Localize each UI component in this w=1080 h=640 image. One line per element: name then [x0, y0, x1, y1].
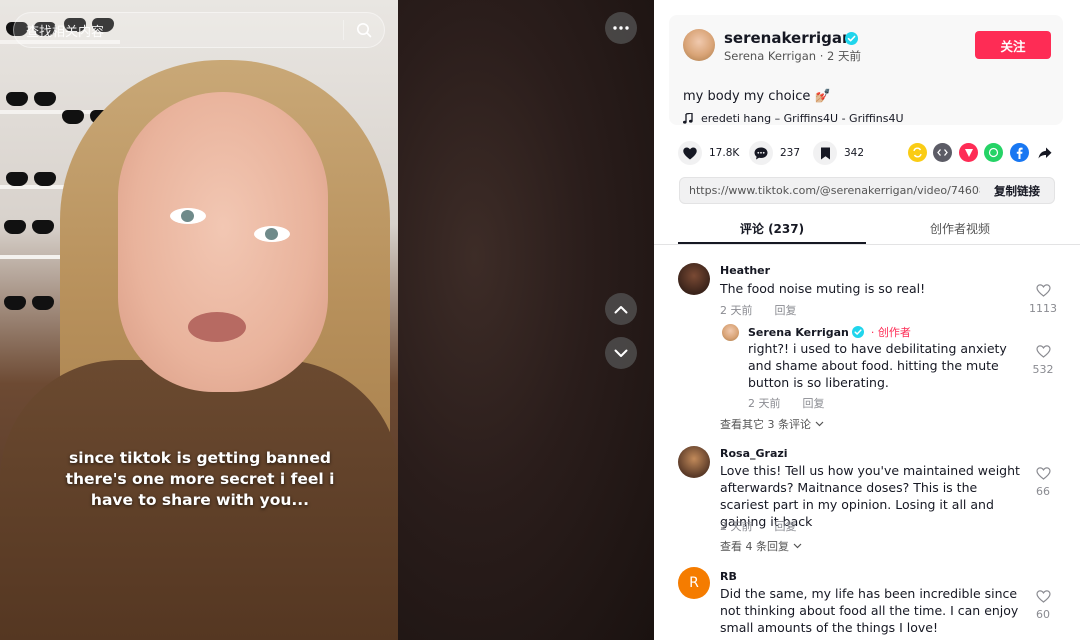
tab-creator-videos[interactable]: 创作者视频	[866, 211, 1054, 244]
creator-badge: · 创作者	[870, 326, 911, 339]
verified-badge-icon	[851, 326, 864, 338]
chevron-down-icon	[815, 421, 824, 427]
like-stat[interactable]: 17.8K	[678, 141, 739, 165]
comment-icon	[749, 141, 773, 165]
reply-time: 2 天前	[748, 397, 781, 410]
comment-time: 2 天前	[720, 520, 753, 533]
details-panel: serenakerrigan Serena Kerrigan · 2 天前 关注…	[654, 0, 1080, 640]
comment-avatar[interactable]: R	[678, 567, 710, 599]
like-count: 17.8K	[709, 147, 740, 159]
reply-avatar[interactable]	[722, 324, 739, 341]
view-more-label: 查看 4 条回复	[720, 540, 789, 553]
music-title: eredeti hang – Griffins4U - Griffins4U	[701, 112, 904, 125]
comment-time: 2 天前	[720, 304, 753, 317]
search-bar[interactable]: 查找相关内容	[13, 12, 385, 48]
favorite-stat[interactable]: 342	[813, 141, 864, 165]
reply-button[interactable]: 回复	[803, 395, 825, 411]
reply-button[interactable]: 回复	[775, 518, 797, 534]
verified-badge-icon	[845, 32, 858, 45]
previous-video-button[interactable]	[605, 293, 637, 325]
heart-outline-icon	[1035, 345, 1051, 358]
next-video-button[interactable]	[605, 337, 637, 369]
comment-like-button[interactable]: 1113	[1028, 282, 1058, 315]
comment-username[interactable]: Heather	[720, 264, 770, 277]
bookmark-icon	[813, 141, 837, 165]
view-more-label: 查看其它 3 条评论	[720, 418, 811, 431]
reply-like-count: 532	[1032, 363, 1054, 376]
video-player[interactable]: since tiktok is getting banned there's o…	[0, 0, 400, 640]
heart-icon	[678, 141, 702, 165]
copy-link-button[interactable]: 复制链接	[980, 183, 1054, 199]
comment-like-button[interactable]: 66	[1028, 465, 1058, 498]
tab-comments[interactable]: 评论 (237)	[678, 211, 866, 244]
video-stage: since tiktok is getting banned there's o…	[0, 0, 654, 640]
comment-meta: 2 天前 回复	[720, 302, 797, 318]
whatsapp-icon[interactable]	[984, 143, 1003, 162]
send-icon[interactable]	[959, 143, 978, 162]
reply-button[interactable]: 回复	[775, 302, 797, 318]
chevron-down-icon	[793, 543, 802, 549]
reply-text: right?! i used to have debilitating anxi…	[748, 341, 1007, 390]
search-button[interactable]	[344, 12, 384, 48]
comment-username[interactable]: Rosa_Grazi	[720, 447, 788, 460]
heart-outline-icon	[1035, 590, 1051, 603]
video-link-text[interactable]: https://www.tiktok.com/@serenakerrigan/v…	[680, 184, 980, 197]
music-link[interactable]: eredeti hang – Griffins4U - Griffins4U	[683, 112, 904, 125]
comment-text: Did the same, my life has been incredibl…	[720, 586, 1019, 635]
search-input[interactable]: 查找相关内容	[14, 21, 343, 40]
tabs-divider	[654, 244, 1080, 245]
repost-icon[interactable]	[908, 143, 927, 162]
comment-like-count: 66	[1036, 485, 1050, 498]
author-handle[interactable]: serenakerrigan	[724, 29, 853, 47]
chevron-down-icon	[614, 349, 628, 357]
share-arrow-icon[interactable]	[1035, 143, 1054, 162]
comment-like-count: 1113	[1029, 302, 1057, 315]
comment-like-count: 60	[1036, 608, 1050, 621]
author-avatar[interactable]	[683, 29, 715, 61]
view-more-replies[interactable]: 查看其它 3 条评论	[720, 416, 824, 432]
video-link-box: https://www.tiktok.com/@serenakerrigan/v…	[679, 177, 1055, 204]
comment-meta: 2 天前 回复	[720, 518, 797, 534]
author-card: serenakerrigan Serena Kerrigan · 2 天前 关注…	[669, 15, 1063, 125]
comment-avatar[interactable]	[678, 263, 710, 295]
reply-meta: 2 天前 回复	[748, 395, 825, 411]
search-icon	[357, 23, 372, 38]
heart-outline-icon	[1035, 467, 1051, 480]
more-options-button[interactable]	[605, 12, 637, 44]
reply-header: Serena Kerrigan · 创作者	[748, 324, 911, 340]
comment-like-button[interactable]: 60	[1028, 588, 1058, 621]
music-note-icon	[683, 113, 693, 124]
embed-icon[interactable]	[933, 143, 952, 162]
comment-text: The food noise muting is so real!	[720, 281, 926, 296]
author-meta: Serena Kerrigan · 2 天前	[724, 49, 861, 63]
video-caption: since tiktok is getting banned there's o…	[65, 449, 335, 509]
heart-outline-icon	[1035, 284, 1051, 297]
video-description: my body my choice 💅🏼	[683, 89, 831, 104]
favorite-count: 342	[844, 147, 865, 159]
facebook-icon[interactable]	[1010, 143, 1029, 162]
reply-username[interactable]: Serena Kerrigan	[748, 326, 849, 339]
reply-like-button[interactable]: 532	[1028, 343, 1058, 376]
comment-avatar[interactable]	[678, 446, 710, 478]
comment-stat[interactable]: 237	[749, 141, 800, 165]
comment-count: 237	[780, 147, 801, 159]
ellipsis-icon	[613, 26, 629, 30]
chevron-up-icon	[614, 305, 628, 313]
comment-username[interactable]: RB	[720, 570, 737, 583]
view-more-replies[interactable]: 查看 4 条回复	[720, 538, 802, 554]
follow-button[interactable]: 关注	[975, 31, 1051, 59]
